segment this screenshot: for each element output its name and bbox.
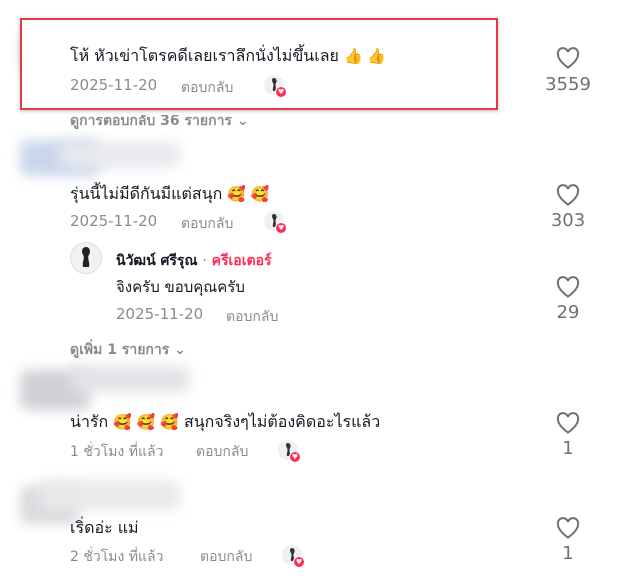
creator-avatar-icon: ♥ — [282, 545, 305, 568]
smiling-hearts-emoji: 🥰 🥰 🥰 — [113, 413, 179, 431]
creator-avatar-icon: ♥ — [264, 211, 287, 234]
reply-author-avatar[interactable] — [70, 242, 102, 274]
comment-text: เริ่ดอ่ะ แม่ — [70, 518, 139, 537]
heart-outline-icon[interactable] — [556, 412, 580, 434]
comment-date: 2025-11-20 — [70, 76, 158, 94]
heart-outline-icon[interactable] — [556, 47, 580, 69]
chevron-down-icon: ⌄ — [174, 342, 186, 358]
blurred-username — [70, 366, 190, 392]
blurred-username — [60, 142, 180, 168]
thumbs-up-emoji: 👍 👍 — [343, 47, 387, 65]
smiling-hearts-emoji: 🥰 🥰 — [227, 185, 270, 203]
reply-date: 2025-11-20 — [116, 305, 204, 323]
comment-date: 2 ชั่วโมง ที่แล้ว — [70, 549, 164, 565]
heart-badge-icon: ♥ — [275, 222, 287, 234]
heart-badge-icon: ♥ — [289, 451, 301, 463]
reply-author-line: นิวัฒน์ ศรีรุณ · ครีเอเตอร์ — [116, 250, 272, 272]
reply-author-name[interactable]: นิวัฒน์ ศรีรุณ — [116, 253, 197, 269]
like-count: 3559 — [545, 74, 591, 95]
comment-body: น่ารัก — [70, 412, 109, 431]
comment-text: น่ารัก 🥰 🥰 🥰 สนุกจริงๆไม่ต้องคิดอะไรแล้ว — [70, 410, 380, 435]
blurred-username — [40, 480, 180, 510]
reply-button[interactable]: ตอบกลับ — [226, 306, 278, 328]
reply-text: จิงครับ ขอบคุณครับ — [116, 278, 245, 296]
heart-outline-icon[interactable] — [556, 276, 580, 298]
heart-badge-icon: ♥ — [293, 556, 305, 568]
comment-date: 1 ชั่วโมง ที่แล้ว — [70, 444, 164, 460]
reply-button[interactable]: ตอบกลับ — [181, 77, 233, 99]
like-count: 303 — [550, 210, 586, 231]
like-count: 1 — [562, 438, 574, 459]
person-silhouette-icon — [82, 247, 90, 267]
creator-avatar-icon: ♥ — [278, 440, 301, 463]
reply-button[interactable]: ตอบกลับ — [200, 546, 252, 568]
like-count: 1 — [562, 543, 574, 564]
comment-text: รุ่นนี้ไม่มีดีกันมีแต่สนุก 🥰 🥰 — [70, 182, 269, 207]
reply-button[interactable]: ตอบกลับ — [196, 441, 248, 463]
comment-date: 2025-11-20 — [70, 212, 158, 230]
separator-dot: · — [202, 253, 207, 269]
creator-badge: ครีเอเตอร์ — [211, 253, 272, 269]
view-more-replies-link[interactable]: ดูเพิ่ม 1 รายการ ⌄ — [70, 339, 186, 361]
comment-body: โห้ หัวเข่าโตรคดีเลยเราลึกนั่งไม่ขึ้นเลย — [70, 46, 339, 65]
like-count: 29 — [556, 302, 580, 323]
reply-button[interactable]: ตอบกลับ — [181, 213, 233, 235]
comment-text: โห้ หัวเข่าโตรคดีเลยเราลึกนั่งไม่ขึ้นเลย… — [70, 44, 386, 69]
comment-body: รุ่นนี้ไม่มีดีกันมีแต่สนุก — [70, 184, 223, 203]
view-replies-label: ดูการตอบกลับ 36 รายการ — [70, 113, 232, 129]
heart-outline-icon[interactable] — [556, 517, 580, 539]
heart-badge-icon: ♥ — [275, 86, 287, 98]
comment-body-continued: สนุกจริงๆไม่ต้องคิดอะไรแล้ว — [183, 412, 381, 431]
view-more-label: ดูเพิ่ม 1 รายการ — [70, 342, 170, 358]
heart-outline-icon[interactable] — [556, 184, 580, 206]
view-replies-link[interactable]: ดูการตอบกลับ 36 รายการ ⌄ — [70, 113, 249, 132]
creator-avatar-icon: ♥ — [264, 75, 287, 98]
chevron-down-icon: ⌄ — [236, 113, 249, 129]
